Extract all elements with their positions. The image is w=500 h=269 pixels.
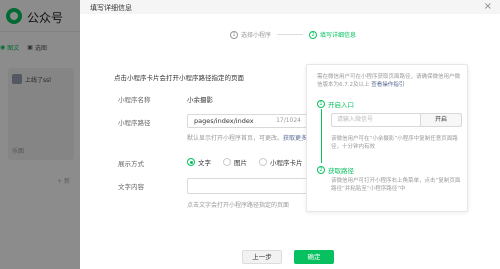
panel-intro: 需在微信用户可在小程序获取页面路径，请确保微信用户微信版本为6.7.2及以上 查… [317, 74, 461, 88]
path-label: 小程序路径 [118, 119, 151, 127]
step-1-label: 选择小程序 [241, 32, 272, 39]
panel-step-1-title: 开启入口 [328, 101, 354, 109]
step-2-label: 填写详细信息 [320, 32, 357, 39]
panel-step-line [321, 109, 322, 163]
panel-step-1: 1 开启入口 [317, 99, 354, 109]
path-value: pages/index/index [194, 117, 254, 125]
radio-icon [259, 158, 267, 166]
path-input[interactable]: pages/index/index 17/1024 [187, 114, 307, 128]
open-button[interactable]: 开启 [420, 113, 462, 127]
close-icon[interactable]: × [484, 1, 492, 12]
path-char-count: 17/1024 [276, 117, 301, 124]
form-intro: 点击小程序卡片会打开小程序路径指定的页面 [114, 74, 244, 82]
text-hint: 点击文字会打开小程序路径指定的页面 [187, 202, 290, 209]
radio-icon [223, 158, 231, 166]
panel-step-2-desc: 该微信用户可打开小程序右上角菜单，点击“复制页面路径”并粘贴至“小程序路径”中 [331, 178, 461, 192]
detail-dialog: 填写详细信息 × 1 选择小程序 2 填写详细信息 点击小程序卡片会打开小程序路… [80, 0, 500, 269]
step-1: 1 选择小程序 [230, 30, 271, 39]
panel-step-1-desc: 该微信用户可在“小余摄影”小程序中复制任意页面路径，十分钟内有效 [331, 136, 458, 150]
panel-step-2-num: 2 [317, 166, 325, 174]
step-1-num: 1 [230, 30, 238, 39]
panel-step-1-num: 1 [317, 100, 325, 108]
previous-step-button[interactable]: 上一步 [242, 250, 282, 264]
radio-text[interactable]: 文字 [187, 157, 211, 167]
confirm-button[interactable]: 确定 [294, 250, 334, 264]
display-mode-label: 展示方式 [118, 160, 144, 168]
path-guide-panel: 需在微信用户可在小程序获取页面路径，请确保微信用户微信版本为6.7.2及以上 查… [306, 64, 468, 212]
radio-checked-icon [187, 158, 195, 166]
dialog-header: 填写详细信息 × [80, 0, 500, 14]
wechat-id-input[interactable]: 请输入微信号 [331, 113, 421, 127]
guide-link[interactable]: 查看操作指引 [371, 82, 404, 88]
step-indicator: 1 选择小程序 2 填写详细信息 [230, 30, 356, 39]
mini-program-name-label: 小程序名称 [118, 96, 151, 104]
radio-image[interactable]: 图片 [223, 157, 247, 167]
step-2: 2 填写详细信息 [309, 30, 356, 39]
step-connector [277, 34, 304, 35]
mini-program-name-value: 小余摄影 [187, 96, 213, 104]
text-content-label: 文字内容 [118, 183, 144, 191]
panel-step-2-title: 获取路径 [328, 167, 354, 175]
dialog-title: 填写详细信息 [90, 4, 132, 12]
radio-card[interactable]: 小程序卡片 [259, 157, 303, 167]
step-2-num: 2 [309, 30, 318, 39]
panel-step-2: 2 获取路径 [317, 165, 354, 175]
